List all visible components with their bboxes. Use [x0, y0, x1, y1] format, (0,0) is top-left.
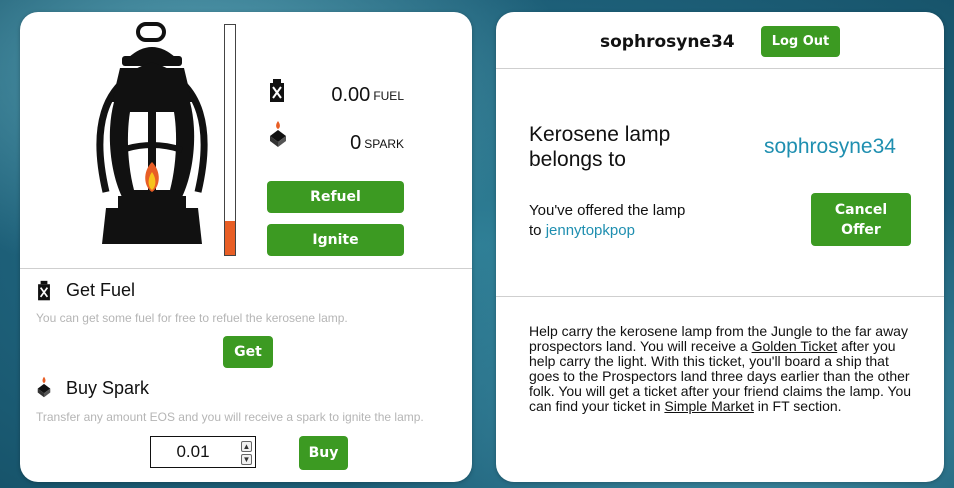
- spark-unit: SPARK: [364, 136, 404, 151]
- ownership-heading-line2: belongs to: [529, 148, 626, 171]
- eos-amount-stepper[interactable]: ▲ ▼: [150, 436, 256, 468]
- account-username: sophrosyne34: [600, 32, 735, 52]
- kerosene-lamp-icon: [96, 22, 208, 244]
- offer-text-prefix: to: [529, 222, 542, 239]
- spark-icon: [270, 121, 286, 147]
- offer-status: You've offered the lamp to jennytopkpop: [529, 201, 685, 241]
- ownership-card: sophrosyne34 Log Out Kerosene lamp belon…: [496, 12, 944, 482]
- offer-text-line1: You've offered the lamp: [529, 202, 686, 219]
- ownership-heading-line1: Kerosene lamp: [529, 123, 671, 146]
- logout-button[interactable]: Log Out: [761, 26, 840, 57]
- buy-spark-description: Transfer any amount EOS and you will rec…: [36, 410, 424, 424]
- lamp-card: 0.00 FUEL 0 SPARK Refuel Ignite Get Fuel…: [20, 12, 472, 482]
- cancel-offer-label-line1: Cancel: [834, 201, 888, 218]
- fuel-readout: 0.00 FUEL: [331, 84, 404, 107]
- info-part3: in FT section.: [753, 398, 842, 414]
- fuel-can-icon: [38, 280, 50, 301]
- fuel-unit: FUEL: [373, 88, 404, 103]
- buy-spark-button[interactable]: Buy: [299, 436, 348, 470]
- cancel-offer-label-line2: Offer: [841, 221, 881, 238]
- eos-amount-input[interactable]: [151, 437, 235, 467]
- refuel-button[interactable]: Refuel: [267, 181, 404, 213]
- ignite-button[interactable]: Ignite: [267, 224, 404, 256]
- spark-value: 0: [350, 132, 362, 154]
- buy-spark-title: Buy Spark: [66, 378, 150, 398]
- info-paragraph: Help carry the kerosene lamp from the Ju…: [529, 324, 915, 414]
- offer-recipient-link[interactable]: jennytopkpop: [546, 222, 635, 239]
- ownership-heading: Kerosene lamp belongs to: [529, 122, 670, 172]
- spark-readout: 0 SPARK: [350, 132, 404, 155]
- fuel-can-icon: [270, 79, 284, 102]
- owner-username-link[interactable]: sophrosyne34: [764, 134, 896, 159]
- get-fuel-button[interactable]: Get: [223, 336, 273, 368]
- header-divider: [496, 68, 944, 69]
- get-fuel-title: Get Fuel: [66, 280, 136, 300]
- golden-ticket-link[interactable]: Golden Ticket: [752, 338, 838, 354]
- info-divider: [496, 296, 944, 297]
- increment-icon[interactable]: ▲: [241, 441, 252, 452]
- fuel-value: 0.00: [331, 84, 371, 106]
- cancel-offer-button[interactable]: Cancel Offer: [811, 193, 911, 246]
- get-fuel-description: You can get some fuel for free to refuel…: [36, 311, 348, 325]
- fuel-gauge: [224, 24, 236, 256]
- decrement-icon[interactable]: ▼: [241, 454, 252, 465]
- section-divider: [20, 268, 472, 269]
- fuel-gauge-fill: [225, 220, 235, 255]
- simple-market-link[interactable]: Simple Market: [664, 398, 753, 414]
- spark-icon: [37, 376, 51, 398]
